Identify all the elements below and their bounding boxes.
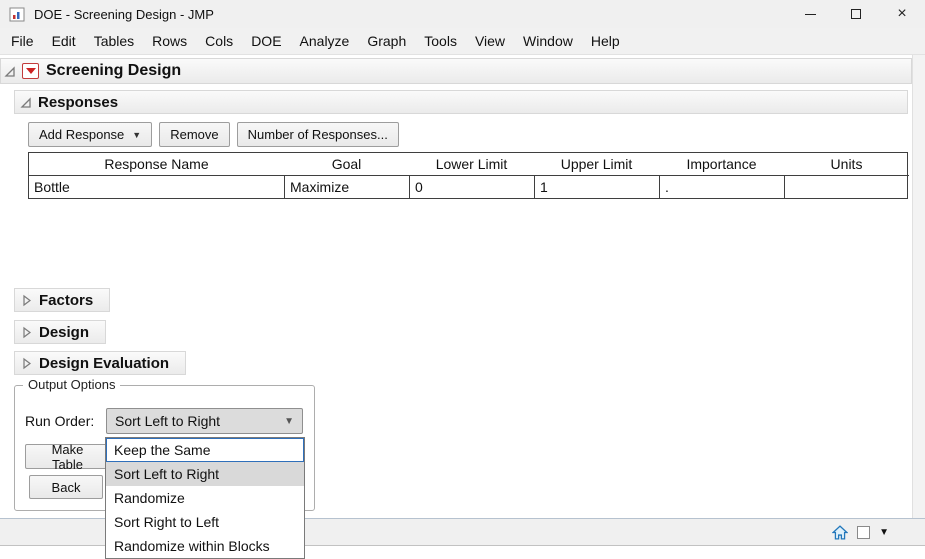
run-order-dropdown: Keep the Same Sort Left to Right Randomi…	[105, 437, 305, 559]
menu-item-analyze[interactable]: Analyze	[291, 29, 359, 53]
menu-item-window[interactable]: Window	[514, 29, 582, 53]
disclosure-open-icon[interactable]	[3, 65, 16, 78]
window-box-icon[interactable]	[857, 525, 871, 539]
run-order-label: Run Order:	[25, 413, 95, 429]
menu-item-help[interactable]: Help	[582, 29, 629, 53]
close-button[interactable]: ×	[879, 0, 925, 28]
section-header-factors[interactable]: Factors	[14, 288, 111, 312]
remove-button[interactable]: Remove	[159, 122, 230, 147]
design-title: Design	[39, 323, 90, 341]
red-triangle-menu-button[interactable]	[22, 63, 39, 79]
header-importance: Importance	[686, 156, 757, 172]
minimize-button[interactable]	[787, 0, 833, 28]
make-table-button[interactable]: Make Table	[25, 441, 110, 472]
menu-item-cols[interactable]: Cols	[196, 29, 242, 53]
window-controls: ×	[787, 0, 925, 28]
header-response-name: Response Name	[104, 156, 209, 172]
responses-section-header: Responses	[14, 90, 908, 114]
cell-response-name[interactable]: Bottle	[29, 175, 284, 198]
number-of-responses-button[interactable]: Number of Responses...	[236, 122, 399, 147]
caret-down-icon[interactable]: ▼	[879, 527, 889, 538]
output-options-legend: Output Options	[23, 377, 121, 392]
section-header-design-evaluation[interactable]: Design Evaluation	[14, 351, 187, 375]
cell-importance[interactable]: .	[659, 175, 784, 198]
header-upper-limit: Upper Limit	[560, 156, 633, 172]
responses-table: Response Name Goal Lower Limit Upper Lim…	[28, 152, 909, 199]
factors-title: Factors	[39, 291, 94, 309]
menu-item-graph[interactable]: Graph	[358, 29, 415, 53]
disclosure-open-icon[interactable]	[19, 96, 32, 109]
disclosure-closed-icon[interactable]	[20, 326, 33, 339]
cell-goal[interactable]: Maximize	[284, 175, 409, 198]
run-order-combobox[interactable]: Sort Left to Right ▼	[106, 408, 303, 434]
menubar: File Edit Tables Rows Cols DOE Analyze G…	[0, 28, 925, 55]
menu-item-tools[interactable]: Tools	[415, 29, 466, 53]
menu-item-rows[interactable]: Rows	[143, 29, 196, 53]
dropdown-option-sort-left-to-right[interactable]: Sort Left to Right	[106, 462, 304, 486]
back-label: Back	[51, 479, 81, 495]
screening-design-header: Screening Design	[0, 58, 912, 84]
jmp-app-icon	[9, 7, 25, 21]
disclosure-closed-icon[interactable]	[20, 294, 33, 307]
report-title: Screening Design	[46, 62, 182, 79]
menu-item-edit[interactable]: Edit	[43, 29, 85, 53]
maximize-button[interactable]	[833, 0, 879, 28]
make-table-label: Make Table	[51, 441, 84, 472]
maximize-icon	[851, 9, 861, 19]
add-response-label: Add Response	[39, 127, 125, 142]
minimize-icon	[804, 13, 816, 15]
jmp-window: DOE - Screening Design - JMP × File Edit…	[0, 0, 925, 559]
disclosure-closed-icon[interactable]	[20, 357, 33, 370]
combobox-arrow-icon[interactable]: ▼	[284, 416, 294, 427]
caret-down-icon: ▼	[132, 129, 142, 140]
table-row: Bottle Maximize 0 1 .	[29, 175, 909, 198]
responses-table-header: Response Name Goal Lower Limit Upper Lim…	[29, 153, 907, 175]
cell-upper-limit[interactable]: 1	[534, 175, 659, 198]
responses-title: Responses	[38, 93, 119, 111]
design-evaluation-title: Design Evaluation	[39, 354, 170, 372]
close-icon: ×	[897, 5, 907, 22]
cell-lower-limit[interactable]: 0	[409, 175, 534, 198]
menu-item-tables[interactable]: Tables	[85, 29, 143, 53]
home-icon[interactable]	[832, 524, 849, 540]
back-button[interactable]: Back	[29, 475, 103, 499]
number-of-responses-label: Number of Responses...	[247, 127, 388, 142]
dropdown-option-randomize[interactable]: Randomize	[106, 486, 304, 510]
remove-label: Remove	[170, 127, 219, 142]
menu-item-view[interactable]: View	[466, 29, 514, 53]
menu-item-file[interactable]: File	[2, 29, 43, 53]
red-triangle-icon	[25, 68, 36, 74]
header-units: Units	[830, 156, 863, 172]
header-lower-limit: Lower Limit	[435, 156, 508, 172]
dropdown-option-keep-the-same[interactable]: Keep the Same	[106, 438, 304, 462]
responses-button-row: Add Response ▼ Remove Number of Response…	[28, 122, 399, 147]
run-order-value: Sort Left to Right	[115, 413, 221, 429]
add-response-button[interactable]: Add Response ▼	[28, 122, 153, 147]
menu-item-doe[interactable]: DOE	[242, 29, 290, 53]
titlebar: DOE - Screening Design - JMP ×	[0, 0, 925, 28]
header-goal: Goal	[331, 156, 362, 172]
vertical-scrollbar[interactable]	[912, 55, 925, 518]
dropdown-option-sort-right-to-left[interactable]: Sort Right to Left	[106, 510, 304, 534]
dropdown-option-randomize-within-blocks[interactable]: Randomize within Blocks	[106, 534, 304, 558]
window-title: DOE - Screening Design - JMP	[34, 6, 214, 22]
cell-units[interactable]	[784, 175, 909, 198]
section-header-design[interactable]: Design	[14, 320, 107, 344]
